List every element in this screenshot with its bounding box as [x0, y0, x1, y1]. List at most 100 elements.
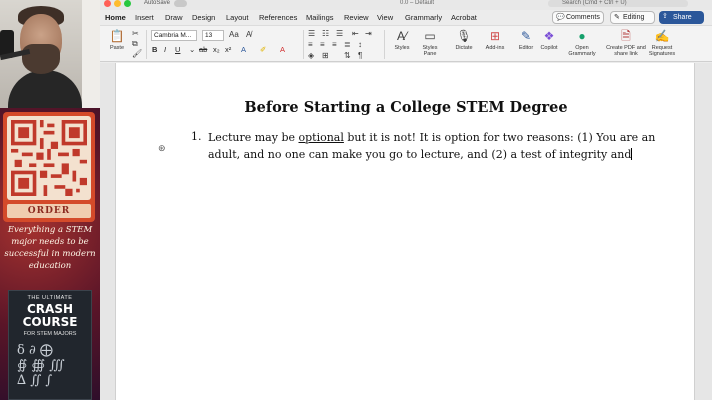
editor-icon: ✎ — [520, 29, 532, 43]
paste-button[interactable]: 📋 Paste — [104, 29, 130, 51]
ribbon-toolbar: 📋 Paste ✂ ⧉ 🖌 Cambria M... 13 Aa A̸ B I … — [100, 25, 712, 62]
minimize-window-button[interactable] — [114, 0, 121, 7]
font-color-icon[interactable]: A — [280, 45, 285, 55]
document-name[interactable]: 0.0 – Default — [400, 0, 434, 7]
tab-insert[interactable]: Insert — [135, 12, 154, 24]
copilot-icon: ❖ — [543, 29, 555, 43]
copy-icon[interactable]: ⧉ — [132, 39, 138, 49]
share-label: Share — [673, 14, 692, 21]
shading-icon[interactable]: ◈ — [308, 51, 314, 61]
borders-icon[interactable]: ⊞ — [322, 51, 329, 61]
italic-icon[interactable]: I — [164, 45, 166, 55]
tab-review[interactable]: Review — [344, 12, 369, 24]
open-grammarly-button[interactable]: ● Open Grammarly — [566, 29, 598, 57]
styles-pane-icon: ▭ — [424, 29, 436, 43]
text-effects-icon[interactable]: A — [241, 45, 246, 55]
search-input[interactable]: Search (Cmd + Ctrl + U) — [548, 0, 688, 7]
addins-button[interactable]: ⊞ Add-ins — [482, 29, 508, 51]
change-case-icon[interactable]: Aa — [229, 30, 239, 40]
addins-label: Add-ins — [485, 45, 505, 51]
tab-home[interactable]: Home — [105, 12, 126, 24]
comments-button[interactable]: 💬 Comments — [552, 11, 604, 24]
align-right-icon[interactable]: ≡ — [332, 40, 337, 50]
order-label[interactable]: ORDER — [7, 204, 91, 218]
book-title: CRASH COURSE — [22, 302, 78, 329]
grammarly-icon: ● — [578, 29, 586, 43]
highlight-icon[interactable]: ✐ — [260, 45, 266, 55]
document-canvas: Before Starting a College STEM Degree ⊛ … — [100, 63, 712, 400]
request-signatures-label: Request Signatures — [648, 45, 676, 57]
divider — [384, 30, 385, 59]
strikethrough-icon[interactable]: ab — [199, 45, 207, 55]
tab-draw[interactable]: Draw — [165, 12, 183, 24]
addins-icon: ⊞ — [489, 29, 501, 43]
track-changes-icon[interactable]: ⊛ — [158, 143, 166, 154]
editing-mode-button[interactable]: ✎ Editing — [610, 11, 655, 24]
show-paragraph-marks-icon[interactable]: ¶ — [358, 51, 362, 61]
list-item-text[interactable]: Lecture may be optional but it is not! I… — [208, 129, 678, 163]
open-grammarly-label: Open Grammarly — [568, 45, 596, 57]
tab-grammarly[interactable]: Grammarly — [405, 12, 442, 24]
underline-icon[interactable]: U — [175, 45, 180, 55]
bold-icon[interactable]: B — [152, 45, 157, 55]
tab-mailings[interactable]: Mailings — [306, 12, 334, 24]
tab-view[interactable]: View — [377, 12, 393, 24]
divider — [303, 30, 304, 59]
clear-formatting-icon[interactable]: A̸ — [246, 30, 251, 40]
document-heading[interactable]: Before Starting a College STEM Degree — [116, 99, 696, 116]
styles-button[interactable]: A⁄ Styles — [390, 29, 414, 51]
align-center-icon[interactable]: ≡ — [320, 40, 325, 50]
zoom-window-button[interactable] — [124, 0, 131, 7]
create-pdf-label: Create PDF and share link — [606, 45, 646, 57]
list-number: 1. — [191, 130, 202, 143]
tab-design[interactable]: Design — [192, 12, 215, 24]
font-name-select[interactable]: Cambria M... — [151, 30, 197, 41]
font-size-select[interactable]: 13 — [202, 30, 224, 41]
document-page[interactable]: Before Starting a College STEM Degree ⊛ … — [115, 63, 695, 400]
bullets-icon[interactable]: ☰ — [308, 29, 315, 39]
editor-button[interactable]: ✎ Editor — [514, 29, 538, 51]
qr-code[interactable] — [7, 116, 91, 200]
chevron-down-icon[interactable]: ⌄ — [189, 45, 195, 55]
tab-references[interactable]: References — [259, 12, 297, 24]
numbering-icon[interactable]: ☷ — [322, 29, 329, 39]
qr-card[interactable]: ORDER — [3, 112, 95, 222]
cut-icon[interactable]: ✂ — [132, 29, 139, 39]
dictate-label: Dictate — [455, 45, 473, 51]
line-spacing-icon[interactable]: ↕ — [358, 40, 362, 50]
tab-acrobat[interactable]: Acrobat — [451, 12, 477, 24]
word-window: AutoSave 0.0 – Default Search (Cmd + Ctr… — [100, 0, 712, 400]
create-pdf-button[interactable]: 🗎 Create PDF and share link — [606, 29, 646, 57]
styles-pane-button[interactable]: ▭ Styles Pane — [418, 29, 442, 57]
list-text-underlined: optional — [298, 131, 344, 144]
editor-label: Editor — [518, 45, 534, 51]
clipboard-icon: 📋 — [109, 29, 125, 43]
copilot-button[interactable]: ❖ Copilot — [536, 29, 562, 51]
superscript-icon[interactable]: x² — [225, 45, 231, 55]
presenter-shirt — [8, 70, 82, 108]
subscript-icon[interactable]: x₂ — [213, 45, 220, 55]
book-equations-art: δ ∂ ⨁ ∯ ∰ ∭ ∆ ∬ ∫ — [17, 343, 65, 388]
decrease-indent-icon[interactable]: ⇤ — [352, 29, 359, 39]
align-left-icon[interactable]: ≡ — [308, 40, 313, 50]
list-text-start: Lecture may be — [208, 131, 299, 144]
styles-label: Styles — [394, 45, 410, 51]
justify-icon[interactable]: ≣ — [344, 40, 351, 50]
promo-tagline: Everything a STEM major needs to be succ… — [4, 225, 96, 271]
book-cover[interactable]: THE ULTIMATE CRASH COURSE FOR STEM MAJOR… — [8, 290, 92, 400]
dictate-button[interactable]: 🎙 Dictate — [450, 29, 478, 51]
sort-icon[interactable]: ⇅ — [344, 51, 351, 61]
styles-pane-label: Styles Pane — [422, 45, 438, 57]
share-button[interactable]: ⇪ Share — [659, 11, 704, 24]
request-signatures-button[interactable]: ✍ Request Signatures — [646, 29, 678, 57]
autosave-toggle[interactable] — [174, 0, 187, 7]
tab-layout[interactable]: Layout — [226, 12, 249, 24]
streamer-panel: ORDER Everything a STEM major needs to b… — [0, 0, 100, 400]
comment-icon: 💬 — [556, 14, 565, 21]
format-painter-icon[interactable]: 🖌 — [132, 49, 142, 59]
multilevel-list-icon[interactable]: ☰ — [336, 29, 343, 39]
close-window-button[interactable] — [104, 0, 111, 7]
paste-label: Paste — [109, 45, 125, 51]
increase-indent-icon[interactable]: ⇥ — [365, 29, 372, 39]
qr-code-image — [11, 120, 87, 196]
